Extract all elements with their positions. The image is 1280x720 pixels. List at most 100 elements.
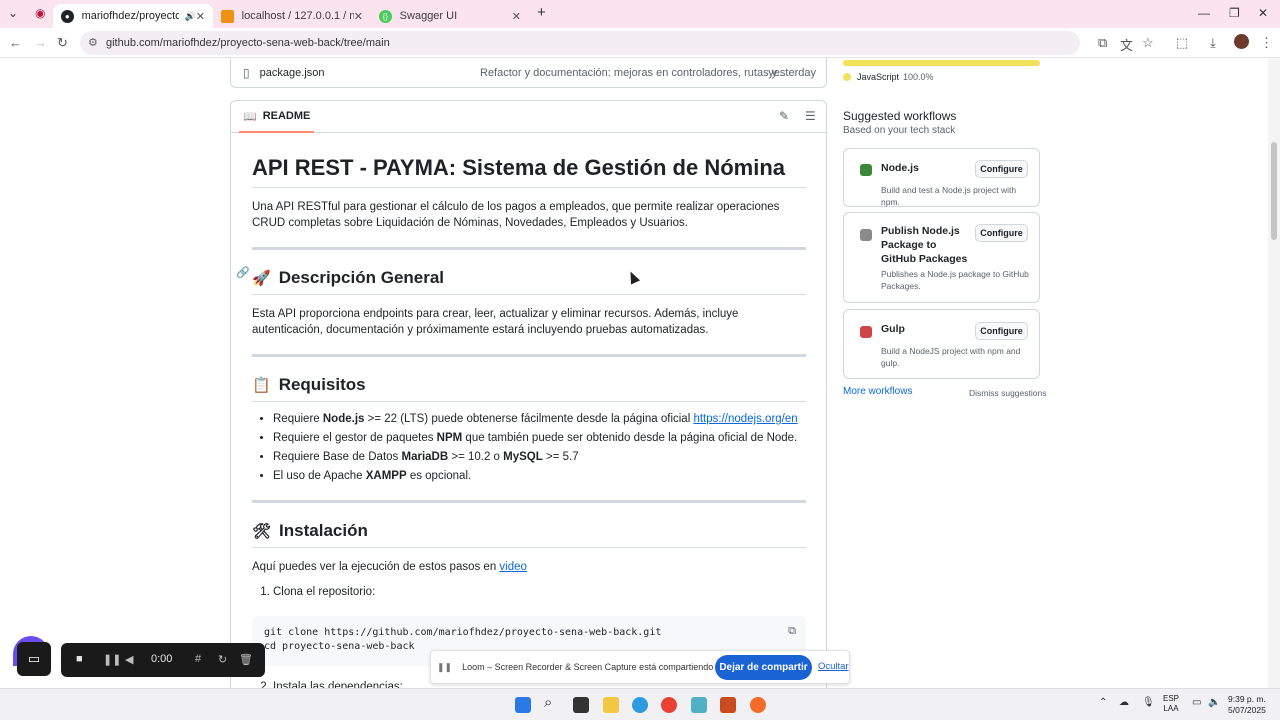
edge-icon[interactable] <box>632 697 648 713</box>
gulp-icon <box>860 326 872 338</box>
minimize-icon[interactable]: — <box>1198 6 1210 20</box>
xampp-icon[interactable] <box>720 697 736 713</box>
install-app-icon[interactable]: ⧉ <box>1098 35 1107 51</box>
windows-taskbar: ⌕ ⌃ ☁ 🎙 ESP LAA ▭ 🔈 9:39 p. m. 5/07/2025 <box>0 688 1280 720</box>
outline-list-icon[interactable]: ☰ <box>805 109 816 123</box>
readme-title: API REST - PAYMA: Sistema de Gestión de … <box>252 155 806 188</box>
tab-phpmyadmin[interactable]: localhost / 127.0.0.1 / nomina ✕ <box>213 4 371 28</box>
restore-icon[interactable]: ❐ <box>1229 6 1240 20</box>
cloud-icon[interactable]: ☁ <box>1119 697 1129 708</box>
back-icon[interactable]: ← <box>9 35 22 50</box>
tools-icon: 🛠 <box>252 523 272 540</box>
readme-tab[interactable]: 📖 README <box>239 101 315 133</box>
profile-avatar[interactable] <box>1234 34 1249 49</box>
microphone-icon[interactable]: 🎙 <box>1142 697 1155 708</box>
list-item: Requiere Node.js >= 22 (LTS) puede obten… <box>273 410 806 429</box>
workflow-card-publish-nodejs: Publish Node.js Package to GitHub Packag… <box>843 212 1040 303</box>
scrollbar-thumb[interactable] <box>1271 142 1277 240</box>
language-indicator[interactable]: ESP LAA <box>1163 694 1179 714</box>
download-icon[interactable]: ⤓ <box>1210 35 1216 51</box>
audio-icon[interactable]: 🔊 <box>185 11 196 22</box>
stop-sharing-button[interactable]: Dejar de compartir <box>715 655 812 680</box>
recorder-toolbar: ■ ❚❚ ◀ 0:00 # ↻ 🗑 <box>61 643 265 677</box>
list-item: Requiere el gestor de paquetes NPM que t… <box>273 429 806 448</box>
configure-button[interactable]: Configure <box>975 322 1028 340</box>
divider <box>252 500 806 503</box>
chevron-up-icon[interactable]: ⌃ <box>1099 697 1107 708</box>
url-field[interactable]: ⚙ github.com/mariofhdez/proyecto-sena-we… <box>80 31 1080 55</box>
close-icon[interactable]: ✕ <box>196 10 205 23</box>
copy-icon[interactable]: ⧉ <box>788 624 796 638</box>
list-item: Requiere Base de Datos MariaDB >= 10.2 o… <box>273 448 806 467</box>
install-steps: Clona el repositorio: <box>252 583 806 602</box>
dismiss-suggestions-link[interactable]: Dismiss suggestions <box>969 388 1046 398</box>
nodejs-link[interactable]: https://nodejs.org/en <box>693 413 797 425</box>
mute-icon[interactable]: ◀ <box>125 653 133 666</box>
screen-share-banner: ❚❚ Loom – Screen Recorder & Screen Captu… <box>430 650 850 684</box>
book-icon: 📖 <box>243 110 257 123</box>
readme-markdown: API REST - PAYMA: Sistema de Gestión de … <box>252 155 806 688</box>
app-icon[interactable] <box>691 697 707 713</box>
more-workflows-link[interactable]: More workflows <box>843 386 912 397</box>
stop-record-icon[interactable]: ■ <box>76 653 83 665</box>
heading-requisitos: 📋 Requisitos <box>252 375 806 402</box>
trash-icon[interactable]: 🗑 <box>239 653 253 666</box>
intro-paragraph: Una API RESTful para gestionar el cálcul… <box>252 201 780 229</box>
workflow-card-nodejs: Node.js Build and test a Node.js project… <box>843 148 1040 207</box>
readme-panel: 📖 README ✎ ☰ API REST - PAYMA: Sistema d… <box>230 100 827 688</box>
close-icon[interactable]: ✕ <box>512 10 521 23</box>
menu-icon[interactable]: ⋮ <box>1260 35 1273 51</box>
tab-swagger[interactable]: {} Swagger UI ✕ <box>371 4 529 28</box>
configure-button[interactable]: Configure <box>975 224 1028 242</box>
task-view-icon[interactable] <box>573 697 589 713</box>
restart-icon[interactable]: ↻ <box>218 653 227 666</box>
forward-icon[interactable]: → <box>34 35 47 50</box>
postman-icon[interactable] <box>750 697 766 713</box>
tab-github[interactable]: ● mariofhdez/proyecto-sena- 🔊 ✕ <box>53 4 213 28</box>
network-icon[interactable]: ▭ <box>1192 697 1201 708</box>
system-clock[interactable]: 9:39 p. m. 5/07/2025 <box>1228 694 1266 716</box>
video-link[interactable]: video <box>499 561 527 573</box>
file-row-package-json[interactable]: ▯ package.json Refactor y documentación:… <box>230 58 827 88</box>
volume-icon[interactable]: 🔈 <box>1208 697 1220 708</box>
language-dot <box>843 73 851 81</box>
list-item: El uso de Apache XAMPP es opcional. <box>273 467 806 486</box>
recording-icon[interactable]: ◉ <box>35 6 45 20</box>
extensions-icon[interactable]: ⬚ <box>1176 35 1188 51</box>
requirements-list: Requiere Node.js >= 22 (LTS) puede obten… <box>252 410 806 486</box>
workflow-card-gulp: Gulp Build a NodeJS project with npm and… <box>843 309 1040 379</box>
translate-icon[interactable]: 文 <box>1120 35 1133 54</box>
nodejs-icon <box>860 164 872 176</box>
heading-instalacion: 🛠 Instalación <box>252 521 806 548</box>
anchor-link-icon[interactable]: 🔗 <box>236 266 250 279</box>
heading-descripcion: 🚀 Descripción General <box>252 268 806 295</box>
reload-icon[interactable]: ↻ <box>57 35 68 51</box>
divider <box>252 247 806 250</box>
site-info-icon[interactable]: ⚙ <box>88 36 98 49</box>
github-icon: ● <box>61 9 74 23</box>
search-icon[interactable]: ⌕ <box>544 694 552 711</box>
edit-pencil-icon[interactable]: ✎ <box>779 109 789 123</box>
list-item: Clona el repositorio: <box>273 583 806 602</box>
close-window-icon[interactable]: ✕ <box>1258 6 1268 20</box>
close-icon[interactable]: ✕ <box>354 10 363 23</box>
recorder-timer: 0:00 <box>151 653 173 665</box>
camera-toggle-icon[interactable]: ▭ <box>17 642 51 676</box>
bookmark-star-icon[interactable]: ☆ <box>1142 35 1154 51</box>
package-icon <box>860 229 872 241</box>
grid-icon[interactable]: # <box>195 653 201 665</box>
new-tab-button[interactable]: + <box>537 4 546 21</box>
windows-start-icon[interactable] <box>515 697 531 713</box>
address-bar: ← → ↻ ⚙ github.com/mariofhdez/proyecto-s… <box>0 28 1280 58</box>
suggested-workflows-title: Suggested workflows <box>843 109 957 123</box>
configure-button[interactable]: Configure <box>975 160 1028 178</box>
readme-header: 📖 README ✎ ☰ <box>231 101 826 133</box>
rocket-icon: 🚀 <box>252 270 271 287</box>
tab-search-icon[interactable]: ⌄ <box>8 6 18 20</box>
pause-share-icon[interactable]: ❚❚ <box>437 662 452 673</box>
hide-link[interactable]: Ocultar <box>818 661 849 672</box>
language-label[interactable]: JavaScript 100.0% <box>843 72 934 82</box>
chrome-icon[interactable] <box>661 697 677 713</box>
pause-record-icon[interactable]: ❚❚ <box>103 653 121 666</box>
file-explorer-icon[interactable] <box>603 697 619 713</box>
